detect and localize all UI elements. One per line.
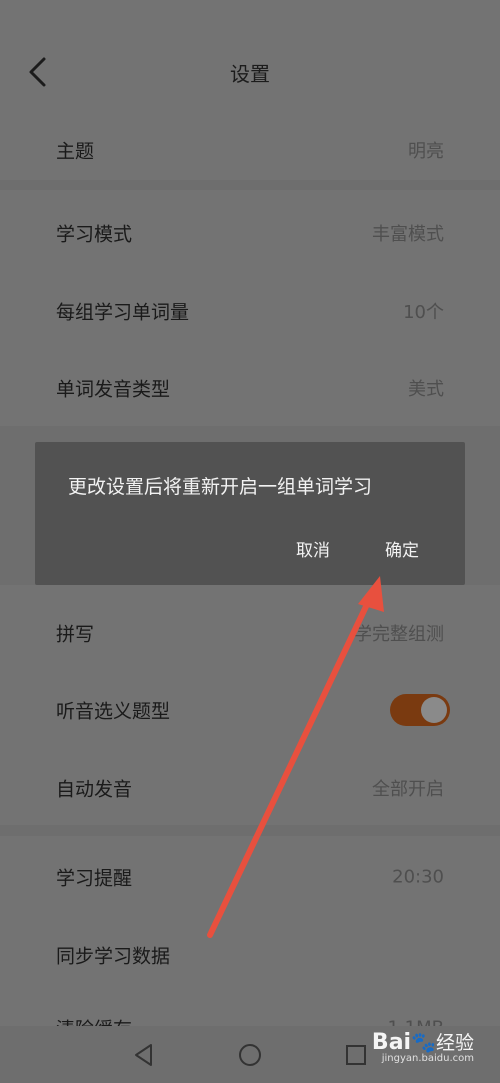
setting-row-study-mode[interactable]: 学习模式 丰富模式: [0, 203, 500, 263]
setting-value: 学完整组测: [354, 624, 444, 645]
watermark-suffix: 经验: [435, 1032, 474, 1054]
page-title: 设置: [230, 62, 270, 86]
nav-recents-icon[interactable]: [343, 1042, 369, 1068]
setting-row-listening-quiz[interactable]: 听音选义题型: [0, 680, 500, 740]
watermark-brand: Bai: [371, 1030, 412, 1055]
cancel-button[interactable]: 取消: [296, 536, 330, 561]
setting-value: 明亮: [408, 141, 444, 162]
nav-back-icon[interactable]: [131, 1042, 157, 1068]
setting-row-spelling[interactable]: 拼写 学完整组测: [0, 603, 500, 663]
listening-quiz-toggle[interactable]: [390, 694, 450, 726]
confirm-dialog: 更改设置后将重新开启一组单词学习 取消 确定: [35, 442, 465, 585]
toggle-knob: [421, 697, 447, 723]
setting-label: 每组学习单词量: [56, 301, 190, 324]
setting-row-pronunciation[interactable]: 单词发音类型 美式: [0, 358, 500, 418]
dialog-message: 更改设置后将重新开启一组单词学习: [68, 476, 373, 498]
setting-label: 主题: [56, 140, 95, 163]
baidu-watermark: Bai🐾经验 jingyan.baidu.com: [372, 1028, 474, 1064]
setting-label: 自动发音: [56, 778, 133, 801]
top-bar: 设置: [0, 0, 500, 120]
setting-row-words-per-group[interactable]: 每组学习单词量 10个: [0, 281, 500, 341]
nav-home-icon[interactable]: [237, 1042, 263, 1068]
setting-value: 20:30: [392, 866, 444, 888]
setting-value: 美式: [408, 379, 444, 400]
settings-group-other: 学习提醒 20:30 同步学习数据 清除缓存 1.1MB: [0, 836, 500, 1041]
setting-label: 单词发音类型: [56, 378, 171, 401]
setting-row-auto-pronounce[interactable]: 自动发音 全部开启: [0, 758, 500, 818]
setting-row-sync[interactable]: 同步学习数据: [0, 925, 500, 985]
setting-label: 学习模式: [56, 223, 133, 246]
settings-group-appearance: 主题 明亮: [0, 120, 500, 180]
setting-row-theme[interactable]: 主题 明亮: [0, 120, 500, 180]
setting-value: 丰富模式: [372, 224, 444, 245]
setting-label: 听音选义题型: [56, 700, 171, 723]
setting-row-reminder[interactable]: 学习提醒 20:30: [0, 847, 500, 907]
setting-value: 10个: [403, 302, 444, 323]
setting-label: 同步学习数据: [56, 945, 171, 968]
watermark-url: jingyan.baidu.com: [381, 1053, 474, 1064]
setting-label: 拼写: [56, 623, 95, 646]
paw-icon: 🐾: [411, 1030, 436, 1054]
setting-label: 学习提醒: [56, 867, 133, 890]
settings-group-quiz: 拼写 学完整组测 听音选义题型 自动发音 全部开启: [0, 585, 500, 825]
settings-group-study: 学习模式 丰富模式 每组学习单词量 10个 单词发音类型 美式: [0, 190, 500, 426]
setting-value: 全部开启: [372, 779, 444, 800]
confirm-button[interactable]: 确定: [385, 536, 419, 561]
